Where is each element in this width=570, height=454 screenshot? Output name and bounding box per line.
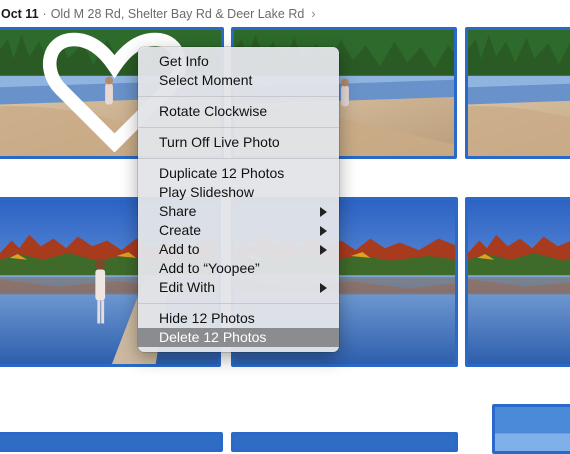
menu-separator: [138, 96, 339, 97]
menu-item-label: Duplicate 12 Photos: [159, 165, 285, 181]
photo-thumbnail[interactable]: [465, 197, 570, 367]
menu-item-select-moment[interactable]: Select Moment: [138, 71, 339, 90]
menu-separator: [138, 127, 339, 128]
context-menu: Get Info Select Moment Rotate Clockwise …: [138, 47, 339, 352]
menu-item-label: Create: [159, 222, 202, 238]
menu-separator: [138, 303, 339, 304]
menu-item-label: Edit With: [159, 279, 216, 295]
submenu-arrow-icon: [320, 283, 327, 293]
menu-item-turn-off-live-photo[interactable]: Turn Off Live Photo: [138, 133, 339, 152]
photo-thumbnail[interactable]: [465, 27, 570, 159]
menu-item-label: Hide 12 Photos: [159, 310, 255, 326]
photo-thumbnail[interactable]: [492, 404, 570, 454]
menu-separator: [138, 158, 339, 159]
moment-location[interactable]: Old M 28 Rd, Shelter Bay Rd & Deer Lake …: [51, 7, 305, 21]
submenu-arrow-icon: [320, 207, 327, 217]
header-separator: ·: [42, 6, 47, 21]
photo-thumbnail[interactable]: [0, 432, 223, 452]
photo-thumbnail[interactable]: [231, 432, 458, 452]
menu-item-label: Play Slideshow: [159, 184, 254, 200]
menu-item-delete[interactable]: Delete 12 Photos: [138, 328, 339, 347]
menu-item-label: Get Info: [159, 53, 209, 69]
menu-item-label: Select Moment: [159, 72, 253, 88]
menu-item-label: Delete 12 Photos: [159, 329, 267, 345]
menu-item-label: Add to: [159, 241, 200, 257]
menu-item-get-info[interactable]: Get Info: [138, 52, 339, 71]
menu-item-label: Rotate Clockwise: [159, 103, 268, 119]
menu-item-add-to-album[interactable]: Add to “Yoopee”: [138, 259, 339, 278]
menu-item-edit-with[interactable]: Edit With: [138, 278, 339, 297]
menu-item-duplicate[interactable]: Duplicate 12 Photos: [138, 164, 339, 183]
menu-item-label: Share: [159, 203, 197, 219]
submenu-arrow-icon: [320, 226, 327, 236]
menu-item-label: Turn Off Live Photo: [159, 134, 280, 150]
menu-item-hide[interactable]: Hide 12 Photos: [138, 309, 339, 328]
menu-item-add-to[interactable]: Add to: [138, 240, 339, 259]
menu-item-label: Add to “Yoopee”: [159, 260, 260, 276]
moment-date: Oct 11: [1, 6, 39, 21]
submenu-arrow-icon: [320, 245, 327, 255]
menu-item-share[interactable]: Share: [138, 202, 339, 221]
menu-item-play-slideshow[interactable]: Play Slideshow: [138, 183, 339, 202]
menu-item-rotate-clockwise[interactable]: Rotate Clockwise: [138, 102, 339, 121]
menu-item-create[interactable]: Create: [138, 221, 339, 240]
moment-header[interactable]: Oct 11 · Old M 28 Rd, Shelter Bay Rd & D…: [0, 0, 570, 27]
chevron-right-icon[interactable]: ›: [311, 6, 315, 21]
